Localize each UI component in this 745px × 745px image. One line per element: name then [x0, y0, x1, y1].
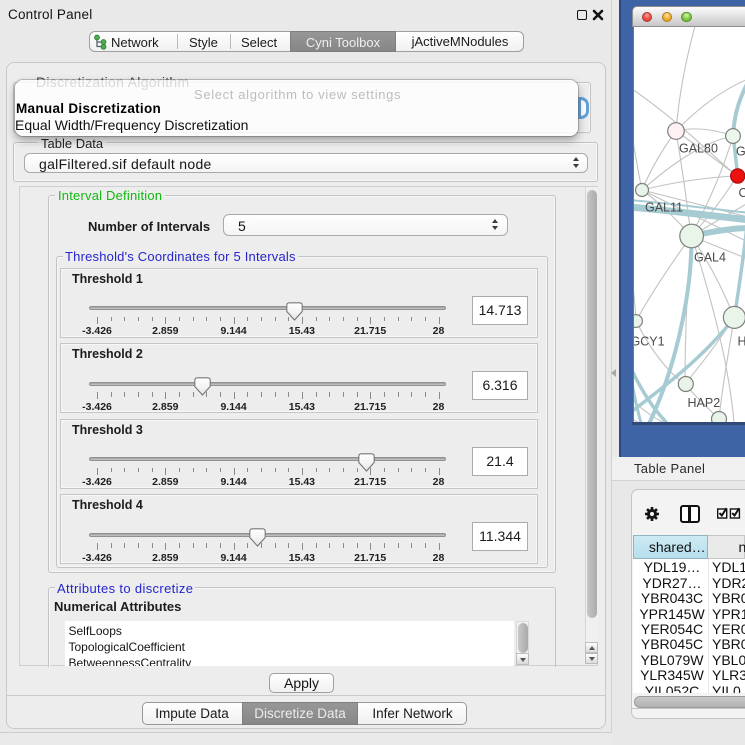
svg-text:CR: CR	[739, 186, 745, 200]
svg-text:GAL80: GAL80	[679, 142, 718, 156]
svg-text:GAL11: GAL11	[645, 201, 683, 215]
svg-text:GAL4: GAL4	[694, 251, 726, 265]
svg-text:HAP2: HAP2	[688, 396, 721, 410]
svg-text:GA: GA	[736, 145, 745, 159]
svg-text:GCY1: GCY1	[634, 335, 665, 349]
svg-text:HI: HI	[738, 335, 745, 349]
